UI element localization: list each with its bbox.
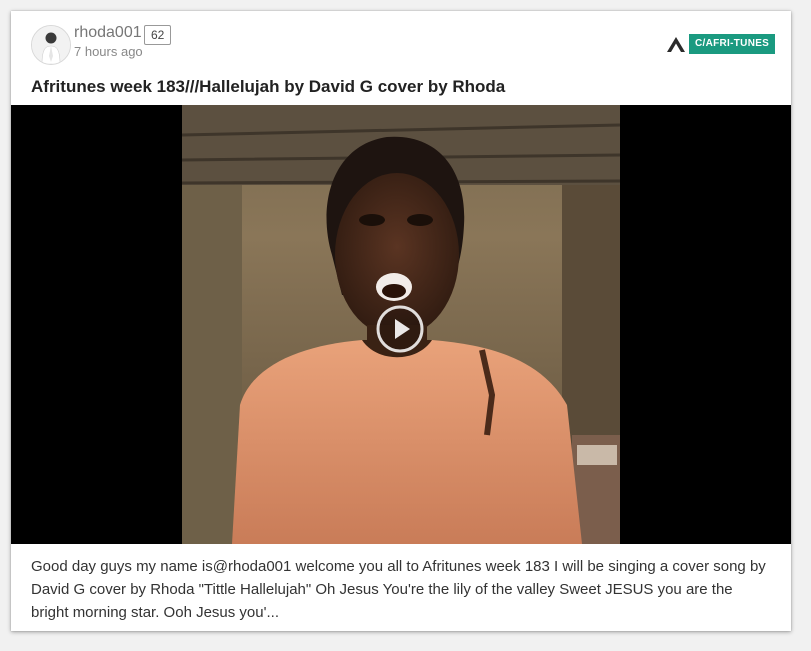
post-timestamp: 7 hours ago [74,44,143,59]
avatar-image [32,26,70,64]
video-player[interactable] [11,105,791,544]
play-icon[interactable] [376,305,424,353]
community-tag[interactable]: C/AFRI-TUNES [689,34,776,54]
platform-logo-icon[interactable] [666,36,686,53]
post-header: rhoda001 62 7 hours ago C/AFRI-TUNES [11,11,791,71]
post-title[interactable]: Afritunes week 183///Hallelujah by David… [31,77,771,97]
post-excerpt[interactable]: Good day guys my name is@rhoda001 welcom… [31,555,771,624]
author-avatar[interactable] [31,25,71,65]
reputation-badge: 62 [144,25,172,45]
author-username[interactable]: rhoda001 [74,24,142,42]
post-card: rhoda001 62 7 hours ago C/AFRI-TUNES Afr… [11,11,791,631]
